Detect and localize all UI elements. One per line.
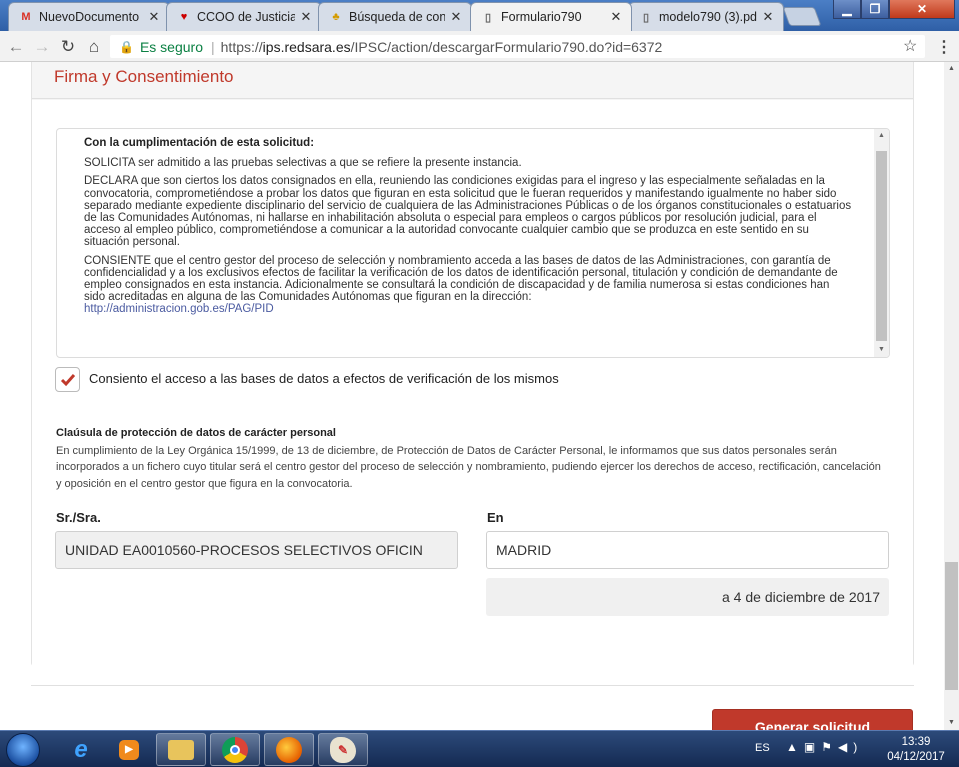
- tab-formulario790[interactable]: ▯ Formulario790 ✕: [470, 2, 632, 31]
- card-body: Con la cumplimentación de esta solicitud…: [32, 100, 913, 666]
- taskbar-firefox[interactable]: [264, 733, 314, 766]
- language-indicator[interactable]: ES: [755, 742, 770, 754]
- scroll-down-icon[interactable]: ▼: [944, 716, 959, 730]
- close-icon[interactable]: ✕: [299, 9, 313, 25]
- tab-title: CCOO de Justicia: G: [197, 10, 295, 24]
- ccoo-icon: ♥: [180, 11, 188, 23]
- folder-icon: [168, 739, 194, 760]
- close-icon[interactable]: ✕: [449, 9, 463, 25]
- divider: [31, 685, 914, 686]
- lock-icon: 🔒: [119, 39, 134, 54]
- form-card: Firma y Consentimiento Con la cumpliment…: [31, 62, 914, 666]
- tab-title: NuevoDocumento: [39, 10, 140, 24]
- forward-icon[interactable]: →: [32, 37, 52, 57]
- chrome-icon: [222, 736, 248, 763]
- consent-scrollbar[interactable]: ▲ ▼: [874, 129, 889, 357]
- tab-ccoo[interactable]: ♥ CCOO de Justicia: G ✕: [166, 2, 322, 31]
- start-button[interactable]: [6, 733, 40, 767]
- url-prefix: https://: [220, 38, 263, 55]
- address-bar-row: ← → ↻ ⌂ 🔒 Es seguro | https://ips.redsar…: [0, 31, 959, 62]
- tab-modelo790-pdf[interactable]: ▯ modelo790 (3).pdf ✕: [628, 2, 784, 31]
- clock-date: 04/12/2017: [887, 751, 945, 763]
- taskbar-ie[interactable]: e: [56, 733, 106, 766]
- gmail-icon: M: [21, 11, 31, 23]
- page-icon: ▯: [642, 11, 650, 24]
- taskbar-chrome[interactable]: [210, 733, 260, 766]
- maximize-button[interactable]: ❐: [861, 0, 889, 19]
- minimize-button[interactable]: ▁: [833, 0, 861, 19]
- taskbar-explorer[interactable]: [156, 733, 206, 766]
- section-title: Firma y Consentimiento: [54, 67, 234, 86]
- privacy-text: En cumplimiento de la Ley Orgánica 15/19…: [56, 445, 881, 490]
- close-icon[interactable]: ✕: [147, 9, 161, 25]
- checkmark-icon: [60, 373, 75, 386]
- sr-label: Sr./Sra.: [56, 510, 101, 525]
- internet-explorer-icon: e: [74, 735, 88, 763]
- close-icon[interactable]: ✕: [761, 9, 775, 25]
- url-separator: |: [211, 38, 215, 55]
- tab-nuevodocumento[interactable]: M NuevoDocumento ✕: [8, 2, 170, 31]
- show-hidden-icon[interactable]: ▲: [786, 740, 804, 754]
- clock-time: 13:39: [901, 736, 931, 748]
- tab-title: modelo790 (3).pdf: [659, 10, 757, 24]
- secure-label: Es seguro: [139, 38, 203, 55]
- page-icon: ▯: [484, 11, 492, 24]
- consent-text: Con la cumplimentación de esta solicitud…: [84, 137, 852, 316]
- consent-consiente: CONSIENTE que el centro gestor del proce…: [84, 254, 838, 304]
- taskbar-paint[interactable]: ✎: [318, 733, 368, 766]
- consent-solicita: SOLICITA ser admitido a las pruebas sele…: [84, 157, 522, 170]
- back-icon[interactable]: ←: [6, 37, 26, 57]
- tab-title: Formulario790: [501, 10, 582, 24]
- consent-text-box[interactable]: Con la cumplimentación de esta solicitud…: [56, 128, 890, 358]
- boe-icon: ♣: [332, 11, 340, 23]
- consent-checkbox[interactable]: [55, 367, 80, 392]
- volume-icon[interactable]: ◀): [838, 740, 863, 754]
- scroll-thumb[interactable]: [876, 151, 887, 341]
- page-content: Firma y Consentimiento Con la cumpliment…: [0, 62, 944, 730]
- tray-icons[interactable]: ▲▣⚑◀): [786, 740, 863, 754]
- reload-icon[interactable]: ↻: [58, 37, 78, 57]
- pid-link[interactable]: http://administracion.gob.es/PAG/PID: [84, 303, 274, 315]
- clock[interactable]: 13:39 04/12/2017: [876, 735, 956, 765]
- consent-declara: DECLARA que son ciertos los datos consig…: [84, 175, 852, 249]
- sr-field[interactable]: UNIDAD EA0010560-PROCESOS SELECTIVOS OFI…: [55, 531, 458, 569]
- new-tab-button[interactable]: [782, 7, 822, 26]
- media-player-icon: ▶: [119, 739, 139, 760]
- close-window-button[interactable]: ✕: [889, 0, 955, 19]
- firefox-icon: [276, 736, 302, 763]
- consent-lead: Con la cumplimentación de esta solicitud…: [84, 137, 315, 149]
- tab-title: Búsqueda de conv: [349, 10, 445, 24]
- en-field[interactable]: MADRID: [486, 531, 889, 569]
- paint-icon: ✎: [330, 736, 356, 763]
- page-scrollbar[interactable]: ▲ ▼: [944, 62, 959, 730]
- taskbar: e ▶ ✎ ES ▲▣⚑◀) 13:39 04/12/2017: [0, 730, 959, 767]
- scroll-up-icon[interactable]: ▲: [944, 62, 959, 76]
- url-path: /IPSC/action/descargarFormulario790.do?i…: [350, 38, 663, 55]
- consent-checkbox-label: Consiento el acceso a las bases de datos…: [89, 371, 559, 386]
- generate-request-button[interactable]: Generar solicitud: [712, 709, 913, 730]
- taskbar-media[interactable]: ▶: [104, 733, 154, 766]
- scroll-down-icon[interactable]: ▼: [874, 343, 889, 357]
- bookmark-star-icon[interactable]: ☆: [903, 36, 917, 56]
- privacy-title: Claúsula de protección de datos de carác…: [56, 427, 336, 439]
- date-display: a 4 de diciembre de 2017: [486, 578, 889, 616]
- tab-busqueda[interactable]: ♣ Búsqueda de conv ✕: [318, 2, 472, 31]
- card-header: Firma y Consentimiento: [32, 62, 913, 99]
- menu-icon[interactable]: ⋮: [936, 37, 952, 57]
- scroll-thumb[interactable]: [945, 562, 958, 690]
- home-icon[interactable]: ⌂: [84, 37, 104, 57]
- browser-tab-strip: M NuevoDocumento ✕ ♥ CCOO de Justicia: G…: [0, 0, 959, 31]
- network-icon[interactable]: ▣: [804, 740, 821, 754]
- flag-icon[interactable]: ⚑: [821, 740, 838, 754]
- scroll-up-icon[interactable]: ▲: [874, 129, 889, 143]
- close-icon[interactable]: ✕: [609, 9, 623, 25]
- en-label: En: [487, 510, 504, 525]
- url-host: ips.redsara.es: [262, 38, 351, 55]
- url-input[interactable]: 🔒 Es seguro | https://ips.redsara.es/IPS…: [110, 35, 925, 58]
